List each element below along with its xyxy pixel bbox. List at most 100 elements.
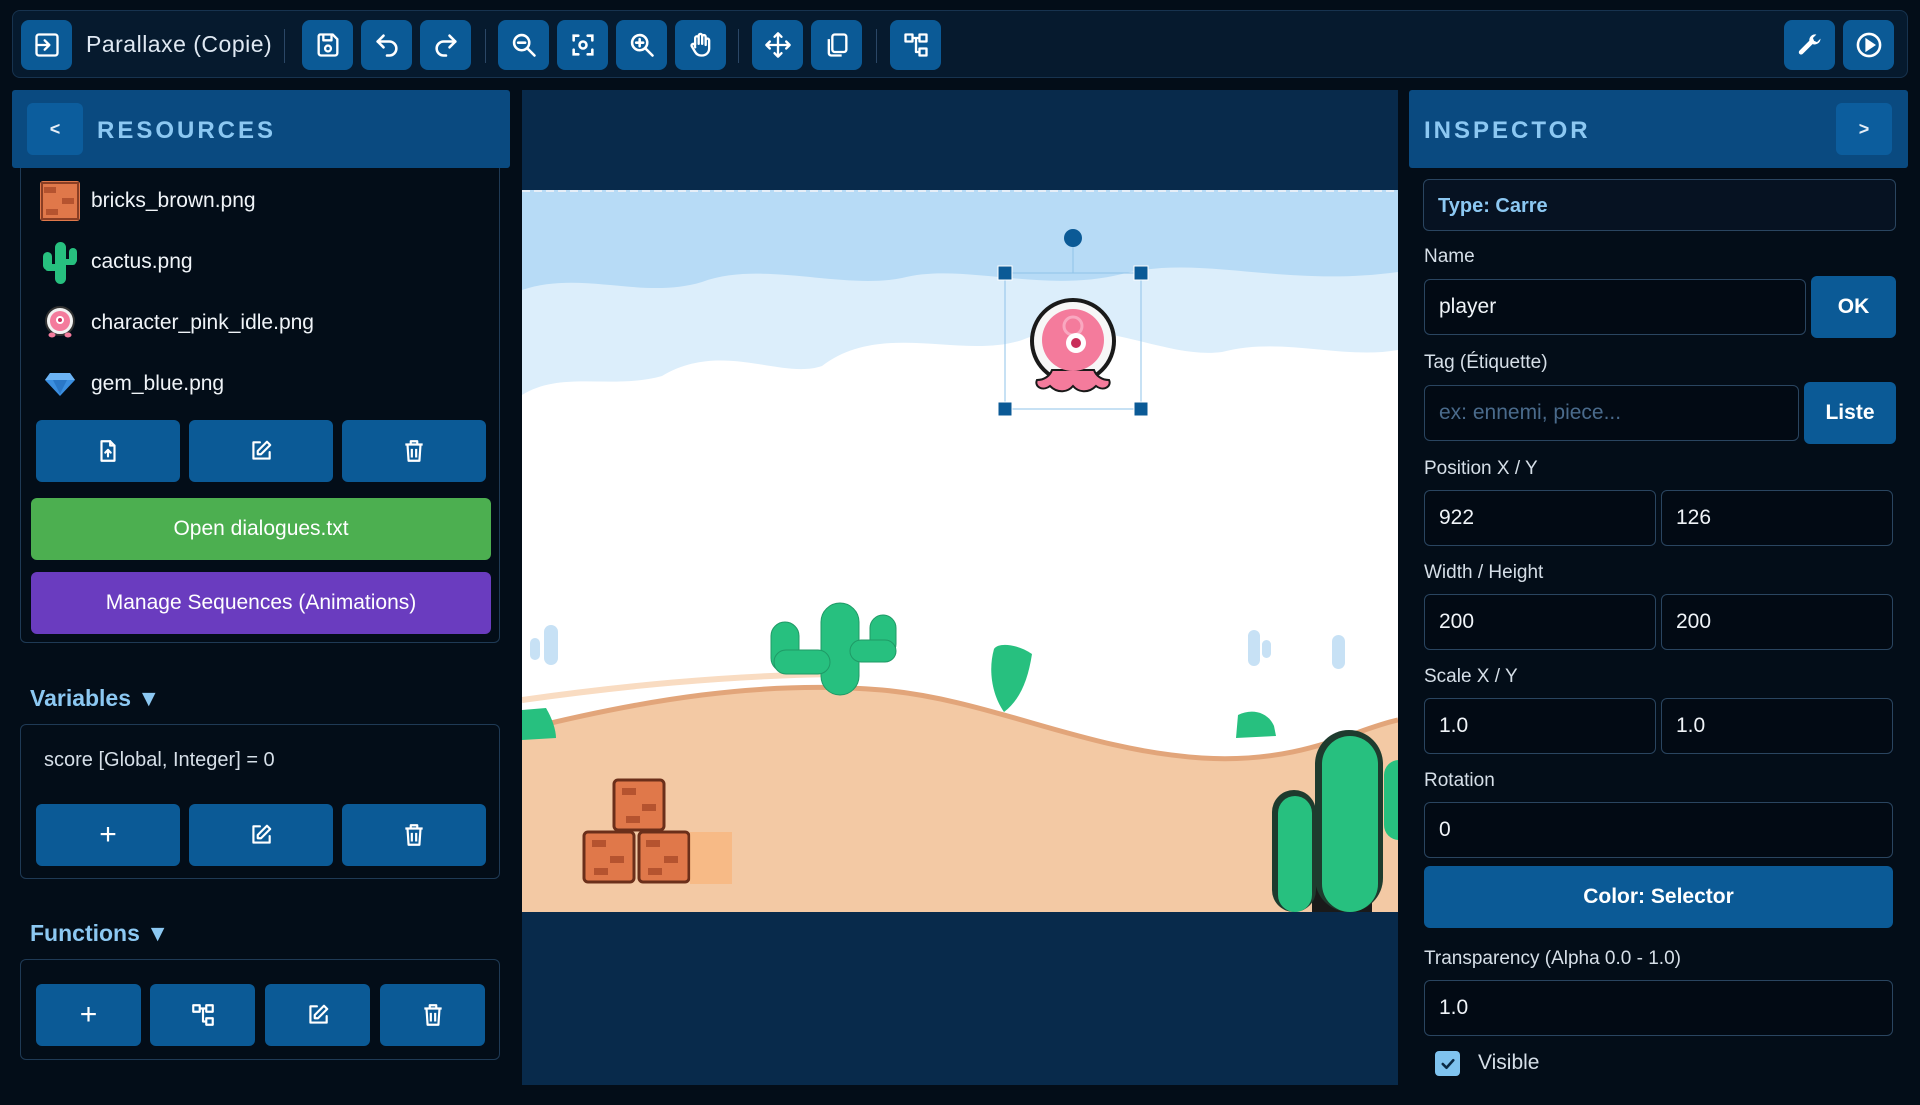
edit-icon (252, 440, 272, 460)
toolbar: Parallaxe (Copie) (12, 10, 1908, 78)
redo-button[interactable] (420, 20, 471, 70)
position-label: Position X / Y (1424, 458, 1538, 479)
position-x-input[interactable]: 922 (1424, 490, 1656, 546)
resource-name: bricks_brown.png (91, 189, 256, 212)
function-graph-button[interactable] (150, 984, 255, 1046)
trash-icon (405, 824, 423, 846)
undo-button[interactable] (361, 20, 412, 70)
zoom-fit-icon (571, 34, 594, 56)
variables-section-toggle[interactable]: Variables ▼ (30, 685, 160, 712)
gem-thumbnail (39, 363, 81, 405)
delete-variable-button[interactable] (342, 804, 486, 866)
cactus-thumbnail (39, 241, 81, 284)
edit-variable-button[interactable] (189, 804, 333, 866)
resource-item[interactable]: character_pink_idle.png (39, 299, 479, 347)
zoom-out-button[interactable] (498, 20, 549, 70)
wrench-icon (1798, 34, 1821, 55)
zoom-in-icon (630, 33, 654, 57)
hierarchy-icon (191, 1004, 214, 1026)
hierarchy-button[interactable] (890, 20, 941, 70)
tag-list-button[interactable]: Liste (1804, 382, 1896, 444)
edit-function-button[interactable] (265, 984, 370, 1046)
edit-icon (308, 1004, 328, 1024)
move-icon (764, 32, 791, 58)
file-upload-icon (100, 440, 116, 462)
rotation-input[interactable]: 0 (1424, 802, 1893, 858)
open-dialogues-button[interactable]: Open dialogues.txt (31, 498, 491, 560)
delete-function-button[interactable] (380, 984, 485, 1046)
trash-icon (405, 440, 423, 462)
bricks-thumbnail (39, 180, 81, 222)
import-resource-button[interactable] (36, 420, 180, 482)
redo-icon (434, 34, 457, 57)
exit-icon (34, 33, 59, 57)
duplicate-button[interactable] (811, 20, 862, 70)
scale-x-input[interactable]: 1.0 (1424, 698, 1656, 754)
name-input[interactable]: player (1424, 279, 1806, 335)
size-label: Width / Height (1424, 562, 1544, 583)
alpha-label: Transparency (Alpha 0.0 - 1.0) (1424, 948, 1681, 969)
tag-input[interactable]: ex: ennemi, piece... (1424, 385, 1799, 441)
toolbar-divider (738, 29, 739, 63)
name-ok-button[interactable]: OK (1811, 276, 1896, 338)
zoom-fit-button[interactable] (557, 20, 608, 70)
scale-y-input[interactable]: 1.0 (1661, 698, 1893, 754)
manage-sequences-button[interactable]: Manage Sequences (Animations) (31, 572, 491, 634)
width-input[interactable]: 200 (1424, 594, 1656, 650)
resources-header: < RESOURCES (12, 90, 510, 168)
height-input[interactable]: 200 (1661, 594, 1893, 650)
save-button[interactable] (302, 20, 353, 70)
resource-name: cactus.png (91, 250, 193, 273)
color-selector-button[interactable]: Color: Selector (1424, 866, 1893, 928)
trash-icon (423, 1004, 442, 1026)
save-icon (316, 33, 338, 57)
settings-button[interactable] (1784, 20, 1835, 70)
tag-label: Tag (Étiquette) (1424, 352, 1548, 373)
edit-icon (252, 824, 272, 844)
resource-item[interactable]: bricks_brown.png (39, 177, 479, 225)
edit-resource-button[interactable] (189, 420, 333, 482)
zoom-out-icon (512, 33, 536, 57)
alpha-input[interactable]: 1.0 (1424, 980, 1893, 1036)
pan-button[interactable] (675, 20, 726, 70)
toolbar-divider (876, 29, 877, 63)
add-function-button[interactable]: + (36, 984, 141, 1046)
character-thumbnail (39, 302, 81, 344)
delete-resource-button[interactable] (342, 420, 486, 482)
add-variable-button[interactable]: + (36, 804, 180, 866)
hierarchy-icon (903, 33, 928, 57)
functions-section-toggle[interactable]: Functions ▼ (30, 920, 169, 947)
inspector-header: INSPECTOR > (1409, 90, 1908, 168)
undo-icon (375, 34, 398, 57)
collapse-right-button[interactable]: > (1836, 103, 1892, 155)
variable-item[interactable]: score [Global, Integer] = 0 (44, 749, 275, 772)
resource-item[interactable]: cactus.png (39, 238, 479, 286)
inspector-title: INSPECTOR (1424, 117, 1591, 144)
visible-checkbox[interactable] (1435, 1051, 1460, 1076)
scene-viewport[interactable] (522, 90, 1398, 1085)
project-title: Parallaxe (Copie) (86, 31, 273, 57)
pan-hand-icon (689, 32, 710, 57)
visible-label: Visible (1478, 1051, 1540, 1074)
rotation-label: Rotation (1424, 770, 1495, 791)
exit-button[interactable] (21, 20, 72, 70)
name-label: Name (1424, 246, 1475, 267)
play-icon (1856, 32, 1881, 58)
scale-label: Scale X / Y (1424, 666, 1518, 687)
toolbar-divider (284, 29, 285, 63)
scene-canvas[interactable] (522, 190, 1398, 912)
duplicate-icon (827, 33, 847, 57)
toolbar-divider (485, 29, 486, 63)
play-button[interactable] (1843, 20, 1894, 70)
position-y-input[interactable]: 126 (1661, 490, 1893, 546)
variables-panel: score [Global, Integer] = 0 + (20, 724, 500, 879)
checkmark-icon (1440, 1058, 1455, 1069)
resources-title: RESOURCES (97, 117, 277, 144)
collapse-left-button[interactable]: < (27, 103, 83, 155)
resource-name: gem_blue.png (91, 372, 225, 395)
object-type: Type: Carre (1423, 179, 1896, 231)
resource-name: character_pink_idle.png (91, 311, 314, 334)
move-button[interactable] (752, 20, 803, 70)
zoom-in-button[interactable] (616, 20, 667, 70)
resource-item[interactable]: gem_blue.png (39, 360, 479, 408)
